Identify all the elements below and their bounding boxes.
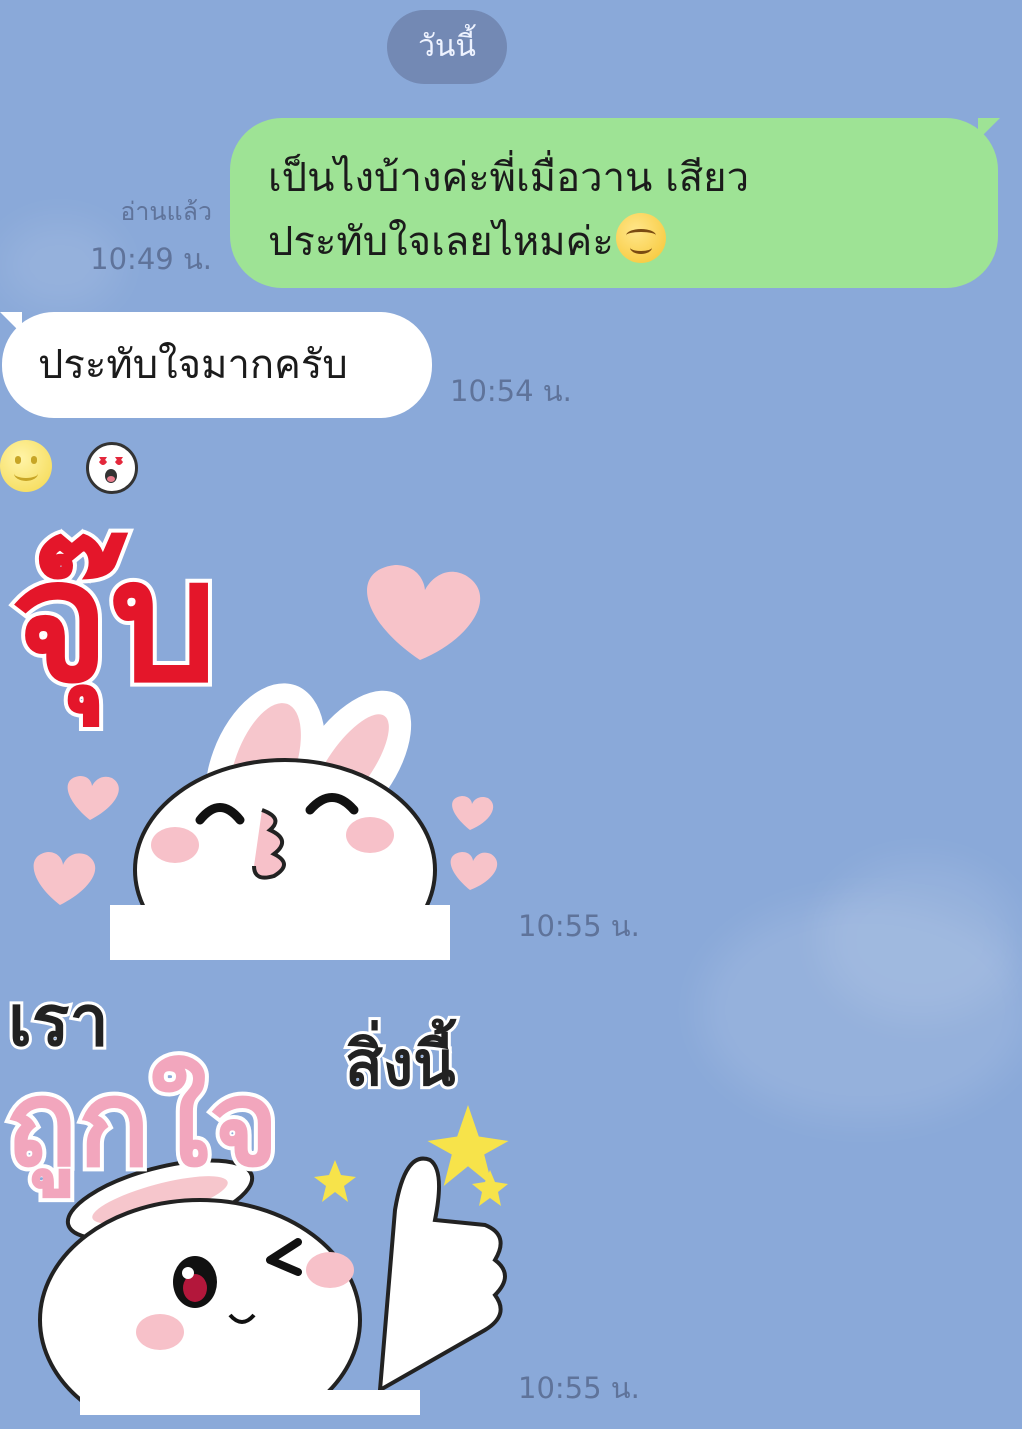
sticker-text: เรา — [8, 980, 109, 1062]
thumbs-up-bunny-sticker[interactable]: เรา ถูกใจ สิ่งนี้ — [0, 970, 510, 1415]
sticker-text: สิ่งนี้ — [345, 1018, 457, 1100]
sticker-timestamp: 10:55 น. — [518, 909, 640, 943]
sticker-timestamp: 10:55 น. — [518, 1371, 640, 1405]
sticker-text: ถูกใจ — [5, 1055, 279, 1198]
message-timestamp: 10:54 น. — [450, 374, 572, 408]
read-receipt-label: อ่านแล้ว — [120, 197, 212, 226]
incoming-message-bubble[interactable]: ประทับใจมากครับ — [0, 312, 432, 418]
message-timestamp: 10:49 น. — [90, 242, 212, 276]
background-cloud — [820, 860, 1020, 1020]
sticker-text: จุ๊บ — [10, 523, 218, 727]
message-text-line: เป็นไงบ้างค่ะพี่เมื่อวาน เสียว — [268, 155, 750, 201]
kiss-bunny-sticker[interactable]: จุ๊บ — [0, 510, 510, 960]
date-separator-chip: วันนี้ — [387, 10, 507, 84]
message-text: ประทับใจมากครับ — [38, 342, 348, 388]
smile-reaction-icon[interactable] — [0, 440, 52, 492]
outgoing-message-bubble[interactable]: เป็นไงบ้างค่ะพี่เมื่อวาน เสียว ประทับใจเ… — [230, 118, 1000, 288]
smiling-face-icon — [615, 213, 666, 263]
message-text: ประทับใจเลยไหมค่ะ — [268, 219, 614, 265]
heart-eyes-reaction-icon[interactable] — [86, 442, 138, 494]
message-text-line: ประทับใจเลยไหมค่ะ — [268, 210, 962, 274]
